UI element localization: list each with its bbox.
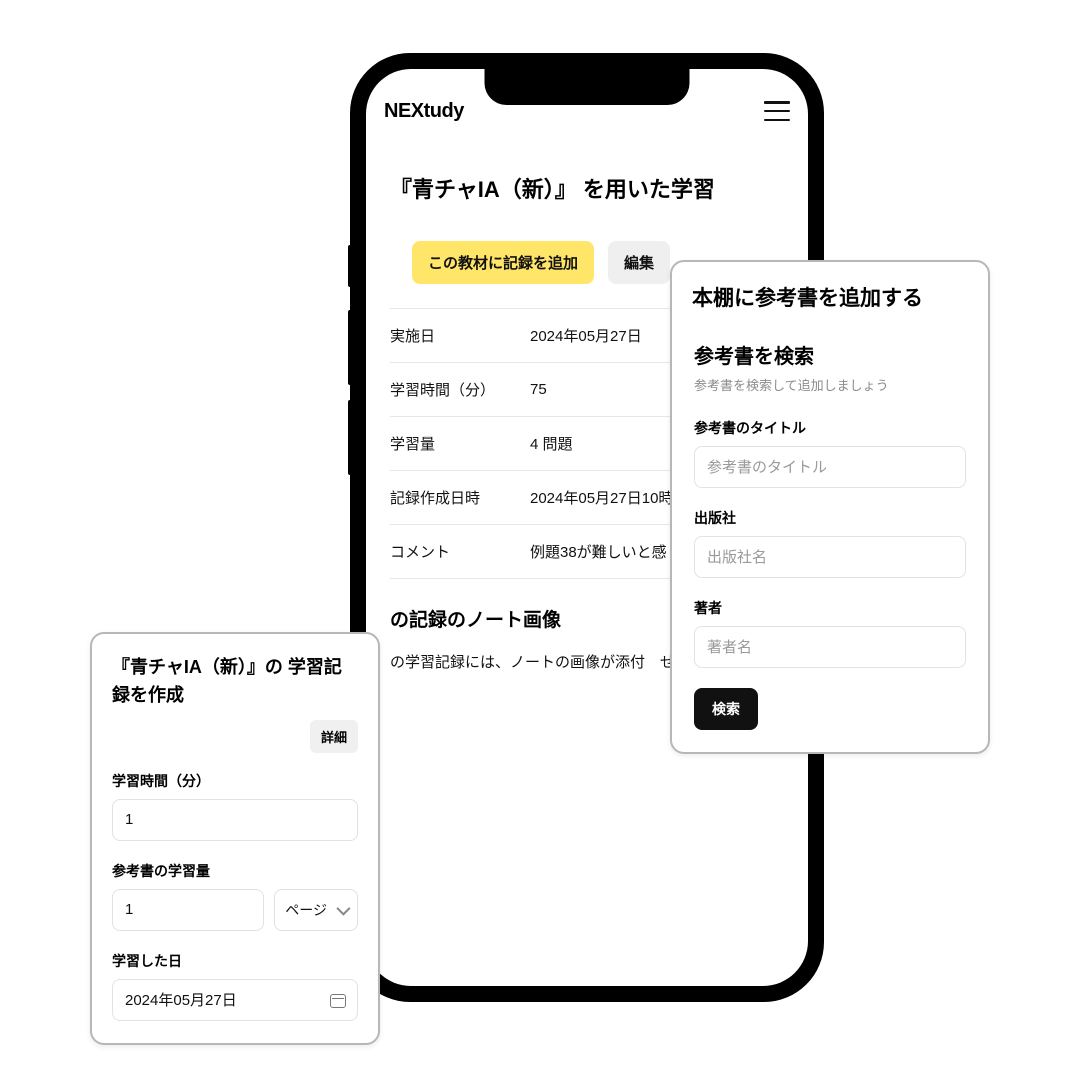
phone-side-button: [348, 400, 352, 475]
detail-label: 実施日: [390, 325, 530, 346]
duration-label: 学習時間（分）: [112, 771, 358, 791]
detail-label: 学習時間（分）: [390, 379, 530, 400]
add-record-button[interactable]: この教材に記録を追加: [412, 241, 594, 284]
title-label: 参考書のタイトル: [694, 418, 966, 438]
chevron-down-icon: [336, 901, 350, 915]
date-label: 学習した日: [112, 951, 358, 971]
detail-button[interactable]: 詳細: [310, 720, 358, 753]
create-record-card: 『青チャIA（新）』の 学習記録を作成 詳細 学習時間（分） 参考書の学習量 ペ…: [90, 632, 380, 1045]
detail-label: 学習量: [390, 433, 530, 454]
detail-label: 記録作成日時: [390, 487, 530, 508]
edit-button[interactable]: 編集: [608, 241, 670, 284]
unit-select-label: ページ: [285, 900, 327, 920]
detail-label: コメント: [390, 541, 530, 562]
menu-icon[interactable]: [764, 101, 790, 121]
duration-input[interactable]: [112, 799, 358, 841]
phone-side-button: [348, 245, 352, 287]
author-label: 著者: [694, 598, 966, 618]
phone-side-button: [348, 310, 352, 385]
brand-logo: NEXtudy: [384, 100, 464, 123]
title-input[interactable]: [694, 446, 966, 488]
search-button[interactable]: 検索: [694, 688, 758, 730]
card-heading: 本棚に参考書を追加する: [692, 282, 968, 312]
search-section: 参考書を検索 参考書を検索して追加しましょう 参考書のタイトル 出版社 著者 検…: [692, 340, 968, 730]
search-subtitle: 参考書を検索して追加しましょう: [694, 375, 966, 394]
publisher-label: 出版社: [694, 508, 966, 528]
amount-input[interactable]: [112, 889, 264, 931]
author-input[interactable]: [694, 626, 966, 668]
date-input[interactable]: [112, 979, 358, 1021]
card-heading: 『青チャIA（新）』の 学習記録を作成: [112, 654, 358, 710]
search-title: 参考書を検索: [694, 340, 966, 369]
amount-label: 参考書の学習量: [112, 861, 358, 881]
page-title: 『青チャIA（新）』 を用いた学習: [390, 173, 784, 207]
add-reference-card: 本棚に参考書を追加する 参考書を検索 参考書を検索して追加しましょう 参考書のタ…: [670, 260, 990, 754]
publisher-input[interactable]: [694, 536, 966, 578]
phone-notch: [485, 69, 690, 105]
unit-select[interactable]: ページ: [274, 889, 358, 931]
